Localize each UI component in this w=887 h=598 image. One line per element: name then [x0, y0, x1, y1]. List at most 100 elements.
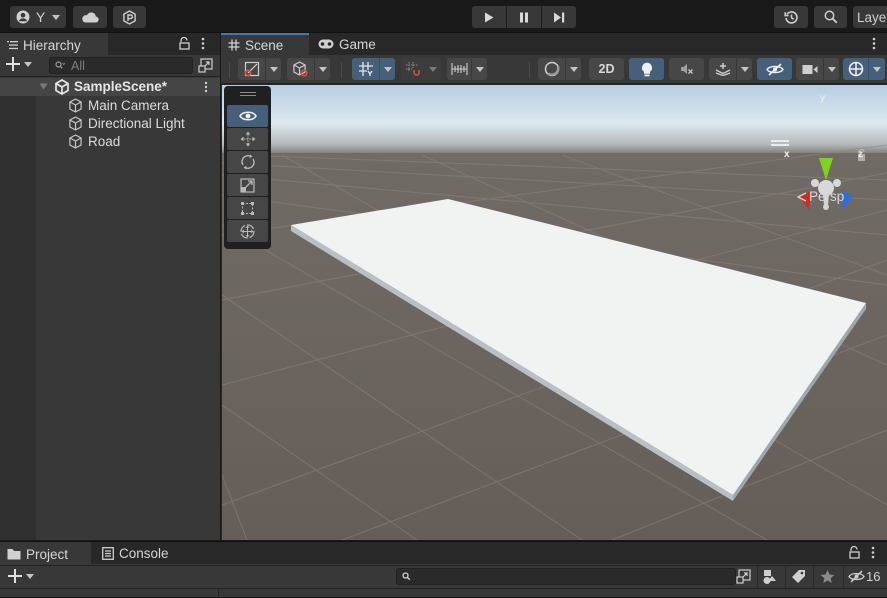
scale-tool-button[interactable]: [227, 174, 268, 196]
hierarchy-item-label: Main Camera: [88, 97, 170, 113]
play-icon: [484, 12, 494, 23]
transform-tool-button[interactable]: [227, 220, 268, 242]
tab-project[interactable]: Project: [0, 542, 91, 564]
hidden-count: 16: [866, 569, 881, 584]
draw-mode-dropdown[interactable]: [238, 58, 281, 80]
create-asset-dropdown[interactable]: [8, 569, 34, 583]
favorites-star-icon[interactable]: [820, 569, 835, 584]
lock-icon[interactable]: [179, 37, 190, 50]
increment-snap-dropdown[interactable]: [401, 58, 441, 80]
gizmo-globe-icon: [843, 61, 868, 77]
project-search-input[interactable]: [396, 568, 736, 585]
gizmos-dropdown[interactable]: [843, 58, 885, 80]
hierarchy-item-label: Directional Light: [88, 115, 185, 131]
rotate-tool-button[interactable]: [227, 151, 268, 173]
layers-dropdown[interactable]: Laye: [853, 6, 887, 28]
transform-all-icon: [239, 223, 256, 240]
step-button[interactable]: [542, 6, 576, 28]
more-options-icon[interactable]: [871, 546, 875, 559]
plastic-scm-button[interactable]: [113, 6, 146, 28]
pause-button[interactable]: [507, 6, 541, 28]
search-in-scene-icon[interactable]: [736, 569, 751, 584]
gizmo-y-label: y: [820, 93, 825, 104]
filter-by-type-icon[interactable]: [762, 569, 778, 585]
hidden-packages-toggle[interactable]: 16: [848, 569, 880, 584]
hierarchy-item[interactable]: Road: [68, 132, 120, 150]
scene-lighting-toggle[interactable]: [629, 58, 664, 80]
search-icon: [402, 572, 411, 581]
pause-icon: [519, 12, 529, 23]
rect-transform-icon: [240, 201, 255, 216]
play-button[interactable]: [472, 6, 506, 28]
toggle-2d-label: 2D: [598, 62, 615, 76]
scene-gizmo-dropdown[interactable]: [287, 58, 330, 80]
chevron-left-icon: [797, 191, 807, 202]
chevron-down-icon: [24, 61, 32, 67]
search-in-scene-icon[interactable]: [198, 58, 213, 73]
shaded-sphere-icon: [538, 61, 565, 77]
chevron-down-icon: [26, 573, 34, 579]
chevron-down-icon: [265, 58, 281, 80]
chevron-down-icon: [471, 58, 487, 80]
view-tool-button[interactable]: [227, 105, 268, 127]
gameobject-cube-icon: [68, 115, 83, 131]
tab-scene[interactable]: Scene: [221, 33, 309, 55]
version-control-icon: [122, 9, 137, 25]
cloud-button[interactable]: [73, 6, 107, 28]
draw-mode-icon: [238, 61, 265, 77]
cube-component-icon: [287, 61, 314, 77]
unity-scene-icon: [54, 79, 70, 95]
hierarchy-search-input[interactable]: All: [49, 57, 193, 74]
tab-hierarchy-label: Hierarchy: [23, 37, 81, 53]
grid-ruler-icon: [447, 62, 471, 76]
hierarchy-item-label: Road: [88, 133, 121, 149]
scene-effects-dropdown[interactable]: [709, 58, 752, 80]
tab-game[interactable]: Game: [311, 33, 381, 55]
eye-icon: [238, 110, 257, 122]
effects-layers-icon: [709, 62, 736, 76]
search-placeholder: All: [71, 58, 85, 73]
rect-tool-button[interactable]: [227, 197, 268, 219]
hierarchy-panel: Hierarchy All SampleScene* Main Camera D…: [0, 33, 220, 540]
tab-console[interactable]: Console: [95, 542, 185, 564]
shading-mode-dropdown[interactable]: [538, 58, 581, 80]
scene-audio-toggle[interactable]: [669, 58, 704, 80]
scene-viewport[interactable]: y x z Persp: [222, 85, 887, 540]
undo-history-button[interactable]: [774, 6, 808, 28]
scene-toolbar: 2D: [221, 55, 887, 84]
lock-icon[interactable]: [849, 546, 860, 559]
grid-visibility-dropdown[interactable]: [447, 58, 487, 80]
tab-hierarchy[interactable]: Hierarchy: [0, 33, 108, 55]
audio-muted-icon: [680, 63, 694, 76]
grid-snapping-toggle[interactable]: [352, 58, 395, 80]
create-dropdown[interactable]: [6, 57, 32, 71]
chevron-down-icon: [379, 58, 395, 80]
project-toolbar: 16: [0, 565, 887, 588]
chevron-down-icon: [52, 14, 61, 20]
tab-project-label: Project: [26, 546, 69, 562]
more-options-icon[interactable]: [201, 37, 205, 50]
scene-more-icon[interactable]: [204, 81, 208, 93]
history-icon: [783, 10, 799, 25]
overlay-drag-handle[interactable]: [240, 92, 256, 93]
hierarchy-item[interactable]: Directional Light: [68, 114, 185, 132]
toggle-2d-button[interactable]: 2D: [589, 58, 624, 80]
filter-by-label-icon[interactable]: [791, 569, 806, 584]
scene-panel: Scene Game 2D y x z Persp: [221, 33, 887, 540]
hierarchy-item[interactable]: Main Camera: [68, 96, 169, 114]
move-tool-button[interactable]: [227, 128, 268, 150]
hierarchy-toolbar: All: [0, 55, 220, 77]
projection-toggle[interactable]: Persp: [797, 189, 844, 204]
scene-camera-dropdown[interactable]: [796, 58, 839, 80]
foldout-arrow-icon[interactable]: [39, 83, 48, 90]
gizmo-x-label: x: [784, 149, 790, 160]
chevron-down-icon: [425, 58, 441, 80]
scene-visibility-toggle[interactable]: [757, 58, 792, 80]
eye-hidden-icon: [765, 62, 784, 76]
search-button[interactable]: [814, 6, 847, 28]
scene-row[interactable]: SampleScene*: [0, 78, 220, 96]
account-label: Y: [35, 9, 46, 25]
chevron-down-icon: [565, 58, 581, 80]
account-dropdown[interactable]: Y: [10, 6, 66, 28]
more-options-icon[interactable]: [872, 37, 876, 50]
